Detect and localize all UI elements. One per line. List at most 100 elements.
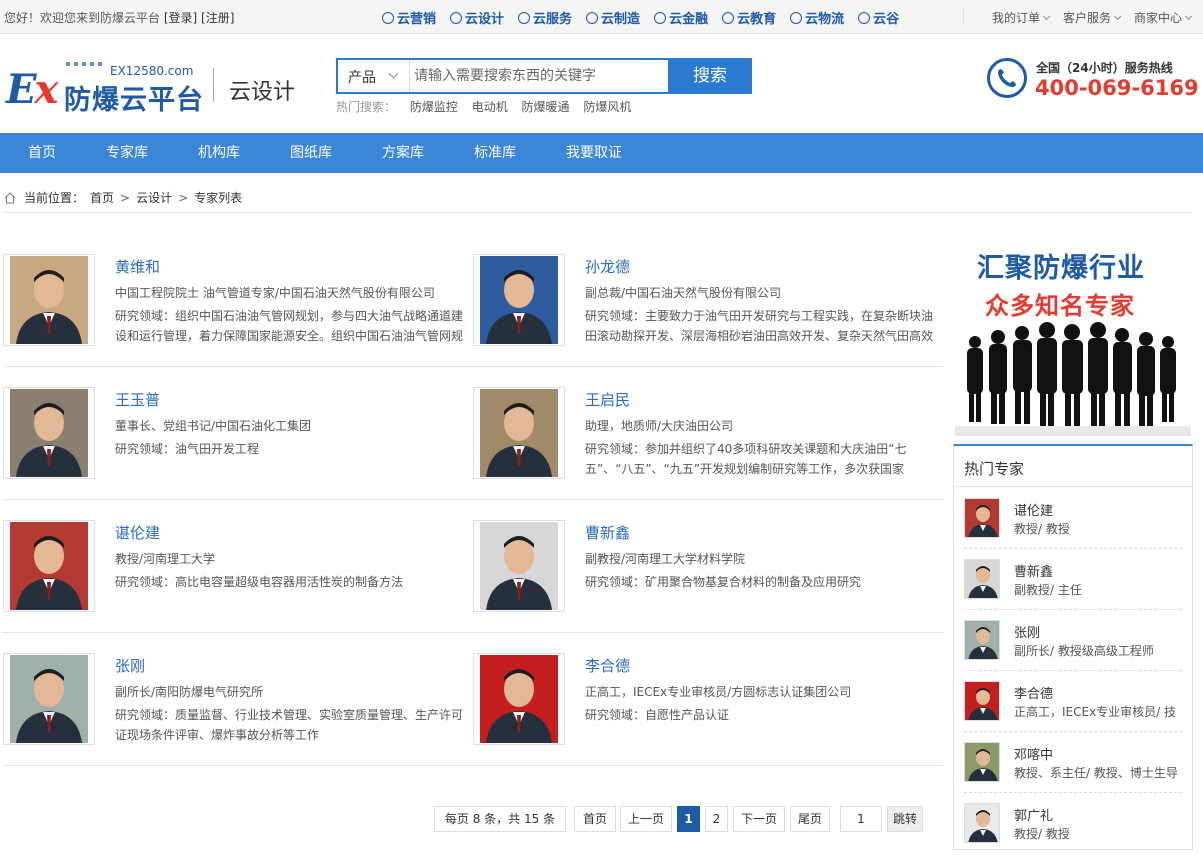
prev-page-button[interactable]: 上一页	[620, 806, 672, 832]
chevron-down-icon	[1184, 12, 1193, 21]
expert-name[interactable]: 谌伦建	[115, 522, 160, 543]
hot-expert-item[interactable]: 谌伦建教授/ 教授	[964, 492, 1182, 553]
breadcrumb-cloud-design[interactable]: 云设计	[136, 189, 172, 206]
hot-expert-item[interactable]: 邓喀中 教授、系主任/ 教授、博士生导	[964, 736, 1182, 797]
hot-expert-photo[interactable]	[964, 620, 1000, 660]
expert-card[interactable]: 孙龙德 副总裁/中国石油天然气股份有限公司 研究领域：主要致力于油气田开发研究与工程…	[473, 254, 938, 387]
expert-photo-image	[10, 389, 88, 477]
hot-expert-photo[interactable]	[964, 742, 1000, 782]
expert-card[interactable]: 黄维和 中国工程院院士 油气管道专家/中国石油天然气股份有限公司 研究领域：组织中国…	[3, 254, 468, 387]
hot-expert-item[interactable]: 李合德 正高工，IECEx专业审核员/ 技	[964, 675, 1182, 736]
page-jump-input[interactable]: 1	[840, 806, 882, 832]
expert-card[interactable]: 曹新鑫 副教授/河南理工大学材料学院 研究领域：矿用聚合物基复合材料的制备及应用研究	[473, 520, 938, 653]
expert-card[interactable]: 王启民 助理，地质师/大庆油田公司 研究领域：参加并组织了40多项科研攻关课题和大庆…	[473, 387, 938, 520]
expert-photo[interactable]	[473, 520, 565, 612]
breadcrumb-divider	[2, 212, 1192, 213]
nav-item-experts[interactable]: 专家库	[106, 133, 148, 173]
customer-service-menu[interactable]: 客户服务	[1062, 9, 1122, 26]
search-category-select[interactable]: 产品	[338, 60, 410, 92]
hot-expert-item[interactable]: 张刚 副所长/ 教授级高级工程师	[964, 614, 1182, 675]
expert-photo[interactable]	[473, 387, 565, 479]
nav-item-home[interactable]: 首页	[28, 133, 56, 173]
expert-name[interactable]: 王玉普	[115, 389, 160, 410]
hot-expert-name[interactable]: 曹新鑫	[1014, 561, 1053, 580]
nav-item-institutions[interactable]: 机构库	[198, 133, 240, 173]
hot-expert-name[interactable]: 郭广礼	[1014, 805, 1053, 824]
expert-photo[interactable]	[3, 254, 95, 346]
experts-banner[interactable]: 汇聚防爆行业 众多知名专家	[955, 236, 1191, 436]
hot-expert-photo[interactable]	[964, 498, 1000, 538]
expert-photo[interactable]	[3, 520, 95, 612]
hot-keyword[interactable]: 电动机	[472, 100, 508, 114]
customer-service-label: 客户服务	[1062, 11, 1111, 25]
expert-photo[interactable]	[3, 653, 95, 745]
hot-expert-name[interactable]: 李合德	[1014, 683, 1053, 702]
breadcrumb-home[interactable]: 首页	[90, 189, 114, 206]
welcome-message: 您好！欢迎您来到防爆云平台	[4, 11, 161, 25]
nav-item-solutions[interactable]: 方案库	[382, 133, 424, 173]
hot-expert-photo[interactable]	[964, 681, 1000, 721]
hot-expert-photo[interactable]	[964, 803, 1000, 843]
welcome-text: 您好！欢迎您来到防爆云平台 [登录] [注册]	[4, 9, 234, 26]
expert-research-field: 研究领域：自愿性产品认证	[585, 708, 730, 722]
page-button-1[interactable]: 1	[677, 806, 700, 832]
expert-name[interactable]: 李合德	[585, 655, 630, 676]
expert-card[interactable]: 李合德 正高工，IECEx专业审核员/方圆标志认证集团公司 研究领域：自愿性产品认证	[473, 653, 938, 786]
main-nav: 首页 专家库 机构库 图纸库 方案库 标准库 我要取证	[0, 133, 1203, 173]
item-divider	[964, 670, 1182, 671]
cloud-link-logistics[interactable]: 云物流	[790, 8, 844, 27]
cloud-link-label: 云设计	[465, 12, 505, 27]
cloud-link-manufacturing[interactable]: 云制造	[586, 8, 640, 27]
my-orders-menu[interactable]: 我的订单	[992, 9, 1051, 26]
login-link[interactable]: [登录]	[164, 11, 197, 25]
section-title: 云设计	[229, 80, 296, 105]
hot-expert-name[interactable]: 张刚	[1014, 622, 1040, 641]
expert-photo-image	[10, 522, 88, 610]
expert-photo[interactable]	[3, 387, 95, 479]
site-logo[interactable]: Ex 防爆云平台 EX12580.com	[6, 62, 203, 116]
search-button[interactable]: 搜索	[668, 58, 752, 94]
hot-expert-item[interactable]: 郭广礼 教授/ 教授	[964, 797, 1182, 858]
hot-expert-item[interactable]: 曹新鑫 副教授/ 主任	[964, 553, 1182, 614]
expert-name[interactable]: 孙龙德	[585, 256, 630, 277]
cloud-link-design[interactable]: 云设计	[450, 8, 504, 27]
site-header: Ex 防爆云平台 EX12580.com 云设计 产品 搜索 热门搜索： 防爆监…	[0, 34, 1203, 133]
register-link[interactable]: [注册]	[201, 11, 234, 25]
expert-name[interactable]: 黄维和	[115, 256, 160, 277]
expert-photo[interactable]	[473, 254, 565, 346]
cloud-link-service[interactable]: 云服务	[518, 8, 572, 27]
expert-card[interactable]: 谌伦建 教授/河南理工大学 研究领域：高比电容量超级电容器用活性炭的制备方法	[3, 520, 468, 653]
hot-keyword[interactable]: 防爆暖通	[522, 100, 570, 114]
search-input[interactable]	[414, 60, 666, 92]
cloud-link-education[interactable]: 云教育	[722, 8, 776, 27]
next-page-button[interactable]: 下一页	[733, 806, 785, 832]
cloud-link-finance[interactable]: 云金融	[654, 8, 708, 27]
hot-keyword[interactable]: 防爆监控	[410, 100, 458, 114]
first-page-button[interactable]: 首页	[574, 806, 616, 832]
page-jump-button[interactable]: 跳转	[887, 806, 923, 832]
cloud-link-valley[interactable]: 云谷	[858, 8, 899, 27]
hot-expert-photo[interactable]	[964, 559, 1000, 599]
hot-expert-name[interactable]: 邓喀中	[1014, 744, 1053, 763]
hot-keyword[interactable]: 防爆风机	[583, 100, 631, 114]
hot-expert-title: 教授/ 教授	[1014, 522, 1070, 536]
factory-icon	[586, 11, 599, 24]
breadcrumb-label: 当前位置：	[24, 191, 85, 205]
expert-research-field: 研究领域：组织中国石油油气管网规划，参与四大油气战略通道建设和运行管理，着力保障…	[115, 309, 464, 343]
nav-item-standards[interactable]: 标准库	[474, 133, 516, 173]
expert-card[interactable]: 张刚 副所长/南阳防爆电气研究所 研究领域：质量监督、行业技术管理、实验室质量管理、…	[3, 653, 468, 786]
page-button-2[interactable]: 2	[705, 806, 728, 832]
expert-name[interactable]: 王启民	[585, 389, 630, 410]
hot-expert-name[interactable]: 谌伦建	[1014, 500, 1053, 519]
cloud-link-marketing[interactable]: 云营销	[382, 8, 436, 27]
expert-name[interactable]: 曹新鑫	[585, 522, 630, 543]
nav-item-drawings[interactable]: 图纸库	[290, 133, 332, 173]
merchant-center-menu[interactable]: 商家中心	[1134, 9, 1193, 26]
last-page-button[interactable]: 尾页	[790, 806, 830, 832]
expert-title: 副总裁/中国石油天然气股份有限公司	[585, 286, 782, 300]
expert-name[interactable]: 张刚	[115, 655, 145, 676]
expert-card[interactable]: 王玉普 董事长、党组书记/中国石油化工集团 研究领域：油气田开发工程	[3, 387, 468, 520]
expert-photo[interactable]	[473, 653, 565, 745]
cloud-link-label: 云谷	[873, 12, 900, 27]
nav-item-certification[interactable]: 我要取证	[566, 133, 622, 173]
